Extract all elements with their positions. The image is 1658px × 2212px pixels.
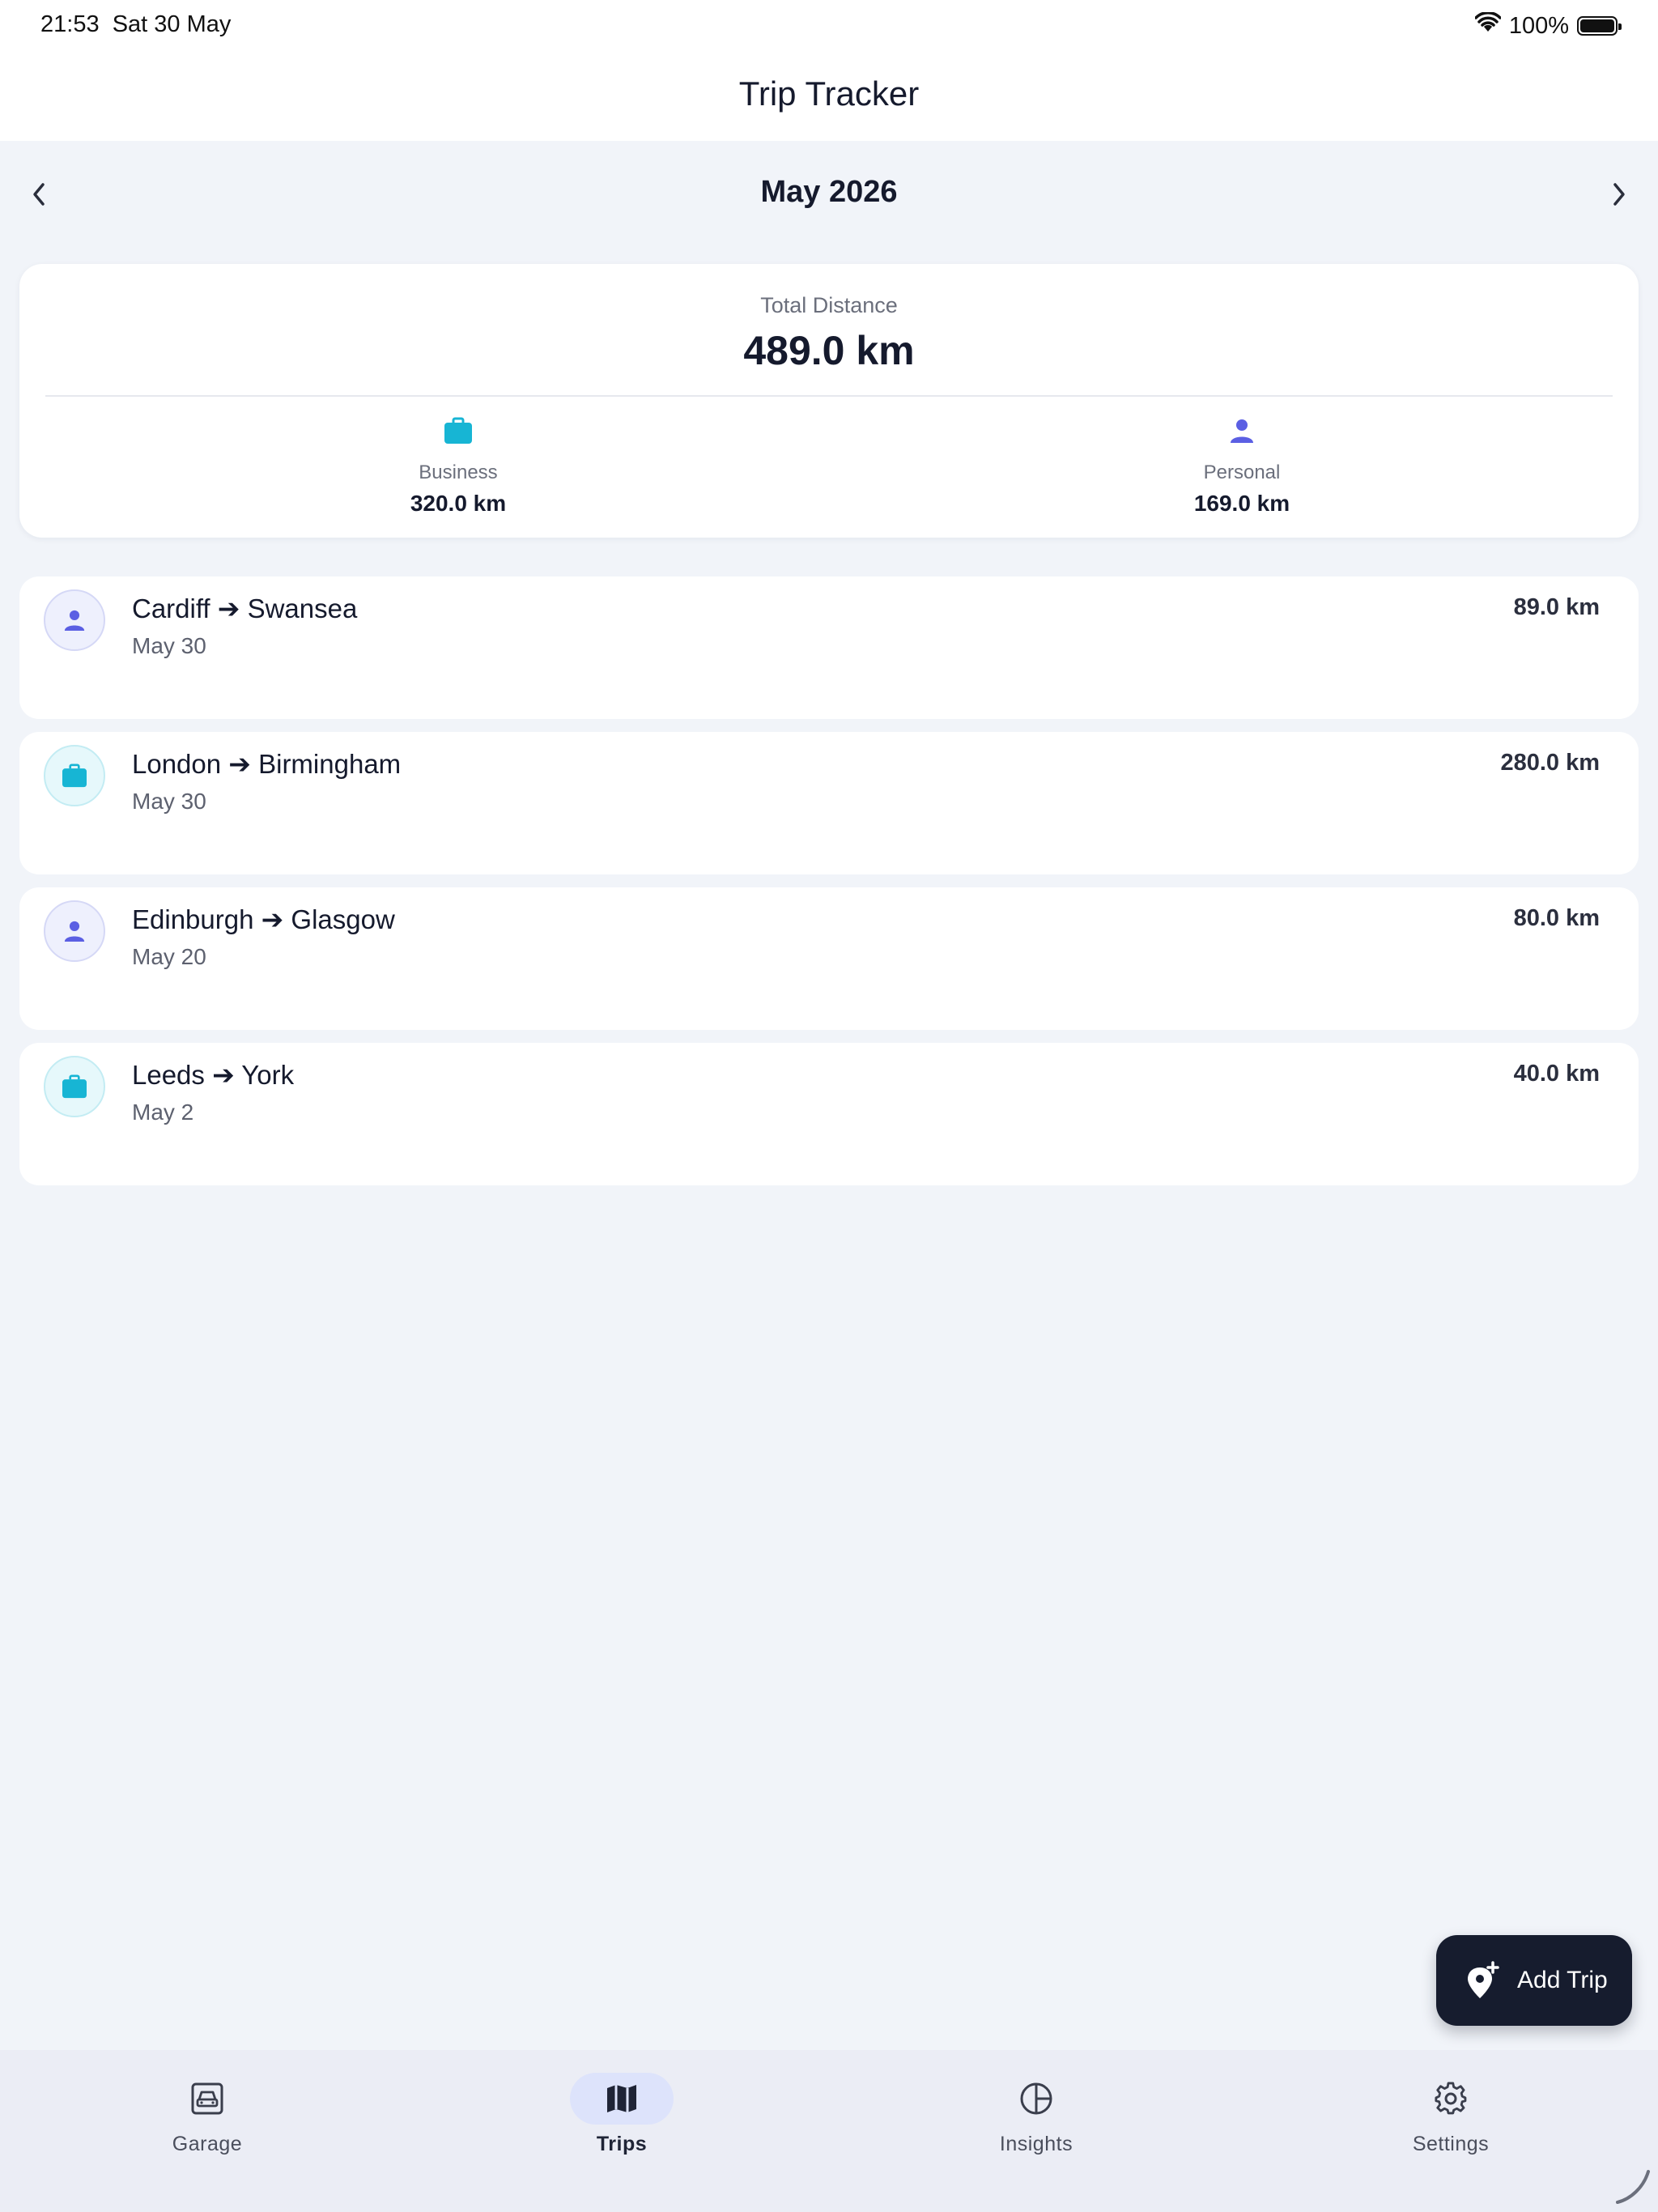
total-distance-label: Total Distance [760,293,898,317]
summary-divider [45,395,1613,397]
business-summary: Business 320.0 km [296,415,620,517]
trip-type-avatar [44,745,105,806]
trip-distance: 280.0 km [1500,750,1600,776]
chevron-right-icon [1613,183,1625,206]
status-indicators: 100% [1474,11,1622,40]
trip-item[interactable]: Cardiff ➔ Swansea May 30 89.0 km [19,576,1639,719]
tab-trips[interactable]: Trips [500,2073,743,2156]
trip-distance: 40.0 km [1513,1061,1600,1087]
briefcase-icon [444,417,472,444]
trip-date: May 2 [132,1100,194,1125]
tab-label: Settings [1412,2133,1490,2155]
trip-list: Cardiff ➔ Swansea May 30 89.0 km London … [19,576,1639,1198]
wifi-icon [1474,11,1502,40]
tab-garage[interactable]: Garage [86,2073,329,2156]
trip-type-avatar [44,1056,105,1117]
person-icon [64,610,85,631]
battery-fill [1580,19,1614,32]
resize-handle-icon[interactable] [1613,2167,1652,2206]
next-month-button[interactable] [1587,162,1652,227]
distance-summary-card: Total Distance 489.0 km Business 320.0 k… [19,264,1639,538]
personal-label: Personal [1203,462,1281,483]
status-time: 21:53 Sat 30 May [40,11,231,38]
personal-summary: Personal 169.0 km [1080,415,1404,517]
trip-date: May 30 [132,789,206,814]
trip-item[interactable]: Leeds ➔ York May 2 40.0 km [19,1043,1639,1185]
trip-route: Cardiff ➔ Swansea [132,593,358,623]
trip-type-avatar [44,900,105,962]
trip-item[interactable]: Edinburgh ➔ Glasgow May 20 80.0 km [19,887,1639,1030]
battery-percent: 100% [1508,12,1569,39]
status-date: Sat 30 May [112,11,232,37]
add-location-icon [1468,1961,1499,1998]
tab-label: Insights [999,2133,1073,2155]
trip-distance: 89.0 km [1513,594,1600,620]
trip-distance: 80.0 km [1513,905,1600,931]
top-bar: 21:53 Sat 30 May 100% Trip Tracker [0,0,1658,141]
trip-date: May 30 [132,633,206,658]
car-icon [191,2082,223,2115]
map-icon [607,2085,636,2112]
tab-insights[interactable]: Insights [915,2073,1158,2156]
battery-icon [1577,16,1622,36]
tab-label: Garage [172,2133,243,2155]
trip-route: London ➔ Birmingham [132,749,402,779]
trip-route: Edinburgh ➔ Glasgow [132,904,395,934]
business-value: 320.0 km [410,491,507,516]
tab-label: Trips [596,2133,648,2155]
briefcase-icon [62,1074,87,1099]
pie-chart-icon [1020,2082,1052,2115]
trip-date: May 20 [132,944,206,969]
month-navigator: May 2026 [0,162,1658,227]
personal-value: 169.0 km [1193,491,1290,516]
business-label: Business [419,462,498,483]
page-title: Trip Tracker [738,74,920,113]
tab-settings[interactable]: Settings [1329,2073,1572,2156]
bottom-tab-bar: Garage Trips Insights Settings [0,2050,1658,2212]
trip-type-avatar [44,589,105,651]
total-distance-value: 489.0 km [743,328,915,373]
person-icon [64,921,85,942]
month-label: May 2026 [760,175,898,209]
person-icon [1231,419,1253,443]
status-clock: 21:53 [40,11,100,37]
add-trip-label: Add Trip [1517,1967,1608,1993]
briefcase-icon [62,764,87,788]
trip-route: Leeds ➔ York [132,1060,295,1090]
trip-item[interactable]: London ➔ Birmingham May 30 280.0 km [19,732,1639,874]
gear-icon [1435,2082,1467,2115]
add-trip-button[interactable]: Add Trip [1436,1935,1632,2026]
